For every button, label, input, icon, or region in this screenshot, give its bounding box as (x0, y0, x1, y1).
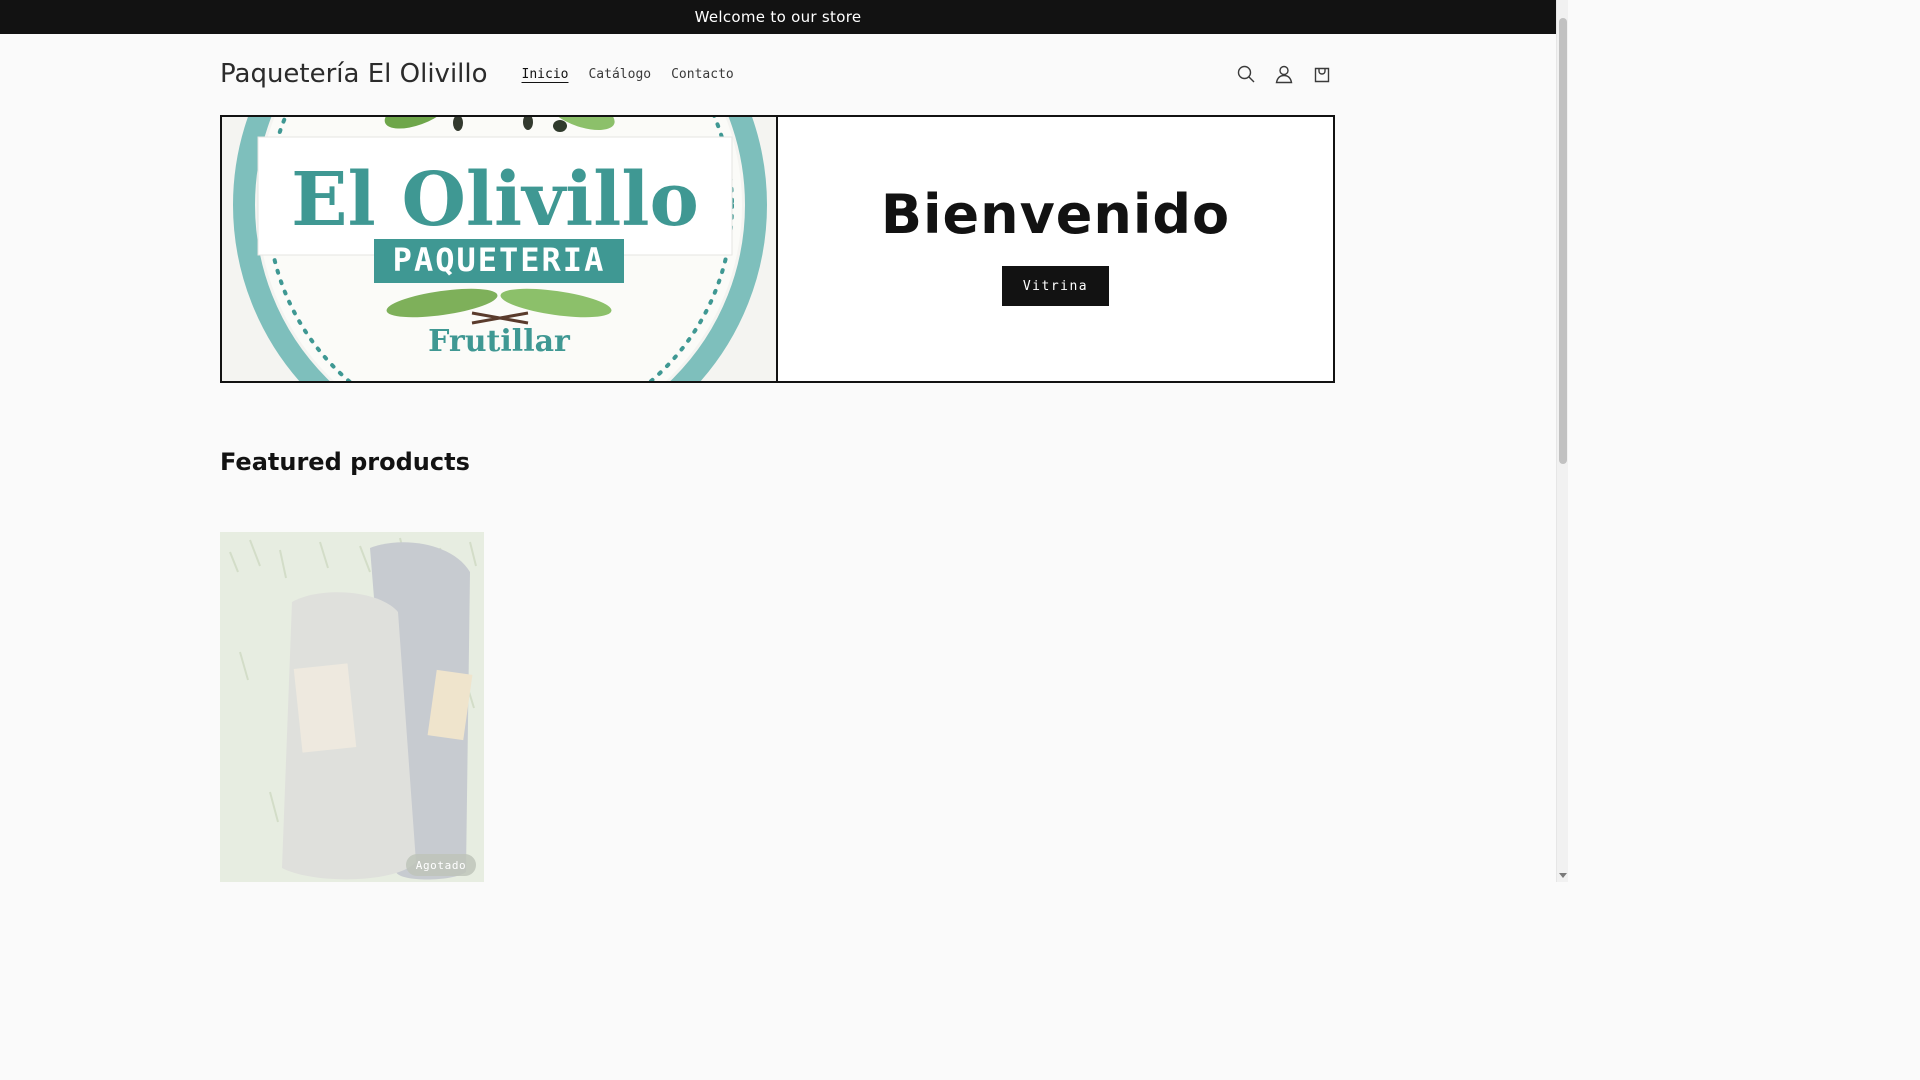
page-scrollbar[interactable] (1556, 0, 1568, 882)
nav-item-catalogo[interactable]: Catálogo (578, 59, 661, 90)
cart-button[interactable] (1306, 58, 1338, 90)
main-nav: Inicio Catálogo Contacto (512, 59, 744, 90)
header-icons (1230, 58, 1338, 90)
hero-banner: El Olivillo PAQUETERIA Frutillar Bienven… (220, 115, 1335, 383)
search-icon (1237, 65, 1255, 83)
logo-text-paqueteria: PAQUETERIA (393, 241, 606, 279)
featured-products-title: Featured products (220, 448, 470, 476)
vitrina-button[interactable]: Vitrina (1002, 266, 1109, 306)
nav-item-inicio[interactable]: Inicio (512, 59, 579, 90)
logo-text-el-olivillo: El Olivillo (291, 157, 699, 243)
product-image (220, 532, 484, 882)
scroll-down-arrow-icon[interactable] (1559, 873, 1567, 878)
product-card[interactable]: Agotado (220, 532, 484, 882)
logo-text-frutillar: Frutillar (428, 324, 571, 359)
nav-item-contacto[interactable]: Contacto (661, 59, 744, 90)
site-header: Paquetería El Olivillo Inicio Catálogo C… (220, 34, 1336, 114)
account-icon (1275, 65, 1293, 84)
cart-icon (1314, 67, 1330, 83)
hero-title: Bienvenido (880, 183, 1231, 246)
olivillo-logo-image: El Olivillo PAQUETERIA Frutillar (222, 117, 776, 381)
scrollbar-thumb[interactable] (1559, 18, 1567, 464)
hero-logo-image: El Olivillo PAQUETERIA Frutillar (222, 117, 778, 381)
announcement-text: Welcome to our store (694, 8, 862, 26)
store-name-link[interactable]: Paquetería El Olivillo (220, 59, 488, 89)
announcement-bar: Welcome to our store (0, 0, 1556, 34)
account-button[interactable] (1268, 58, 1300, 90)
hero-content: Bienvenido Vitrina (778, 117, 1333, 381)
search-button[interactable] (1230, 58, 1262, 90)
sold-out-badge: Agotado (406, 854, 476, 876)
